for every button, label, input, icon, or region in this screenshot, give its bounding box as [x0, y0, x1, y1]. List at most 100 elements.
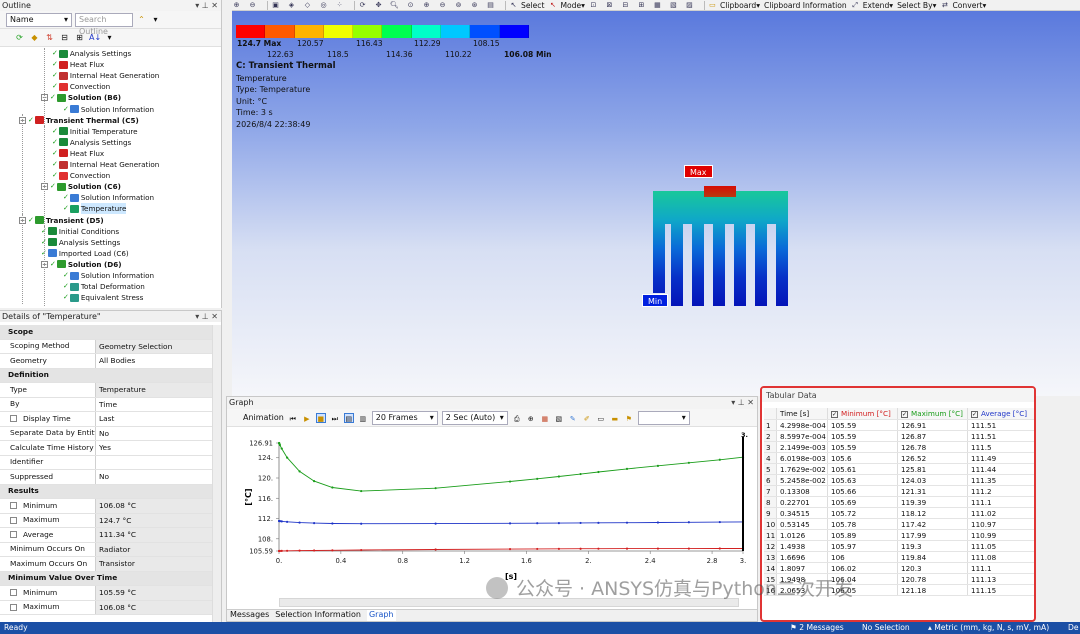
contour-legend[interactable]: 124.7 Max 120.57 116.43 112.29 108.15 12… [236, 25, 556, 60]
select-edge-icon[interactable]: ⊟ [621, 1, 633, 10]
details-value[interactable]: 111.34 °C [96, 528, 212, 542]
details-value[interactable]: Temperature [96, 383, 212, 397]
table-row[interactable]: 1 4.2998e-004 105.59 126.91 111.51 [764, 420, 1034, 431]
details-row[interactable]: Minimum 105.59 °C [0, 586, 212, 601]
parameter-checkbox[interactable] [10, 502, 17, 510]
zoom-in-icon[interactable]: ⊕ [422, 1, 434, 10]
details-row[interactable]: Separate Data by Entity No [0, 426, 212, 441]
details-row[interactable]: Display Time Last [0, 412, 212, 427]
expand-icon[interactable]: ⌃ [136, 14, 147, 25]
column-checkbox[interactable]: ✓ [831, 410, 838, 418]
probe-icon[interactable]: ✎ [568, 413, 578, 423]
chart-icon[interactable]: ▧ [554, 413, 564, 423]
details-section[interactable]: Definition [0, 368, 212, 383]
parameter-checkbox[interactable] [10, 589, 17, 597]
convert-button[interactable]: ⇄ Convert ▾ [940, 1, 986, 10]
flag-icon[interactable]: ⚑ [624, 413, 634, 423]
extend-button[interactable]: ⤢ Extend ▾ [851, 1, 893, 10]
face-select-icon[interactable]: ◈ [287, 1, 299, 10]
details-value[interactable]: Transistor [96, 557, 212, 571]
details-value[interactable]: Time [96, 398, 212, 412]
details-value[interactable]: Geometry Selection [96, 339, 212, 353]
details-row[interactable]: Maximum 106.08 °C [0, 600, 212, 615]
table-row[interactable]: 4 6.0198e-003 105.6 126.52 111.49 [764, 453, 1034, 464]
select-body-icon[interactable]: ⊞ [637, 1, 649, 10]
table-row[interactable]: 3 2.1499e-003 105.59 126.78 111.5 [764, 442, 1034, 453]
select-point-icon[interactable]: ⊡ [589, 1, 601, 10]
tab-selection-information[interactable]: Selection Information [275, 610, 361, 621]
stop-icon[interactable]: ■ [315, 412, 326, 423]
tree-item[interactable]: ✓ Solution Information [63, 270, 154, 281]
tree-item[interactable]: ✓ Internal Heat Generation [52, 159, 159, 170]
details-row[interactable]: Maximum Occurs On Transistor [0, 557, 212, 572]
details-value[interactable]: 124.7 °C [96, 513, 212, 527]
tree-item[interactable]: ✓ Internal Heat Generation [52, 70, 159, 81]
details-value[interactable]: No [96, 470, 212, 484]
max-probe-label[interactable]: Max [684, 165, 713, 178]
details-value[interactable]: 106.08 °C [96, 600, 212, 614]
clipboard-info-button[interactable]: Clipboard Information [764, 1, 847, 10]
duration-select[interactable]: 2 Sec (Auto) ▾ [441, 410, 508, 425]
tree-item[interactable]: ✓ Analysis Settings [41, 237, 120, 248]
edge-select-icon[interactable]: ◇ [303, 1, 315, 10]
table-row[interactable]: 2 8.5997e-004 105.59 126.87 111.51 [764, 431, 1034, 442]
outline-name-combo[interactable]: Name ▾ [6, 12, 72, 27]
details-section[interactable]: Scope [0, 325, 212, 340]
details-value[interactable]: No [96, 427, 212, 441]
table-row[interactable]: 7 0.13308 105.66 121.31 111.2 [764, 486, 1034, 497]
tree-item[interactable]: ✓ Analysis Settings [52, 48, 131, 59]
select-button[interactable]: ↖ Select [509, 1, 545, 10]
export-video-icon[interactable]: ⎙ [512, 413, 522, 423]
column-header[interactable]: ✓ Average [°C] [968, 408, 1032, 419]
sort-alpha-icon[interactable]: A↓ [89, 32, 101, 43]
result-sets-icon[interactable]: ▥ [358, 413, 368, 423]
messages-indicator[interactable]: ⚑ 2 Messages [790, 622, 844, 634]
rotate-icon[interactable]: ⟳ [358, 1, 370, 10]
tree-item[interactable]: ✓ Initial Temperature [52, 126, 138, 137]
pin-icon[interactable]: ▾ ⊥ ✕ [731, 397, 754, 409]
brush-icon[interactable]: ✐ [582, 413, 592, 423]
step-back-icon[interactable]: ⏮ [288, 413, 298, 423]
parameter-checkbox[interactable] [10, 415, 17, 423]
collapse-icon[interactable]: ⊟ [59, 32, 70, 43]
chevron-down-icon[interactable]: ▾ [150, 14, 161, 25]
details-value[interactable]: Yes [96, 441, 212, 455]
sort-icon[interactable]: ⇅ [44, 32, 55, 43]
table-row[interactable]: 14 1.8097 106.02 120.3 111.1 [764, 563, 1034, 574]
graphics-viewport[interactable]: 124.7 Max 120.57 116.43 112.29 108.15 12… [232, 11, 1080, 396]
tree-item[interactable]: ✓ Imported Load (C6) [41, 248, 129, 259]
layout-icon[interactable]: ▤ [486, 1, 498, 10]
tab-graph[interactable]: Graph [366, 610, 396, 621]
play-icon[interactable]: ▶ [302, 413, 312, 423]
zoom-out-icon[interactable]: ⊖ [248, 1, 260, 10]
zoom-area-icon[interactable]: ⊛ [470, 1, 482, 10]
tree-item[interactable]: − ✓ Transient Thermal (C5) [19, 115, 139, 126]
step-forward-icon[interactable]: ⏭ [330, 413, 340, 423]
distributed-icon[interactable]: ▤ [343, 412, 354, 423]
select-element-icon[interactable]: ▦ [653, 1, 665, 10]
table-row[interactable]: 12 1.4938 105.97 119.3 111.05 [764, 541, 1034, 552]
zoom-fit-icon[interactable]: ⊙ [406, 1, 418, 10]
table-row[interactable]: 5 1.7629e-002 105.61 125.81 111.44 [764, 464, 1034, 475]
details-row[interactable]: Suppressed No [0, 470, 212, 485]
magnifier-icon[interactable]: ⊚ [454, 1, 466, 10]
expand-all-icon[interactable]: ⊞ [74, 32, 85, 43]
tree-item[interactable]: ✓ Analysis Settings [52, 137, 131, 148]
tree-item[interactable]: ✓ Convection [52, 81, 110, 92]
tree-item[interactable]: − ✓ Transient (D5) [19, 215, 104, 226]
zoom-out-icon[interactable]: ⊖ [438, 1, 450, 10]
tree-item[interactable]: ✓ Initial Conditions [41, 226, 119, 237]
details-scrollbar[interactable] [212, 325, 221, 623]
details-value[interactable]: 106.08 °C [96, 499, 212, 513]
details-value[interactable] [96, 456, 212, 470]
table-row[interactable]: 6 5.2458e-002 105.63 124.03 111.35 [764, 475, 1034, 486]
parameter-checkbox[interactable] [10, 603, 17, 611]
node-select-icon[interactable]: ⁘ [335, 1, 347, 10]
zoom-box-icon[interactable]: 🔍︎ [390, 1, 402, 10]
body-select-icon[interactable]: ▣ [271, 1, 283, 10]
details-section[interactable]: Minimum Value Over Time [0, 571, 212, 586]
select-by-button[interactable]: Select By ▾ [897, 1, 936, 10]
tree-item[interactable]: ✓ Heat Flux [52, 59, 104, 70]
tree-item[interactable]: ✓ Heat Flux [52, 148, 104, 159]
frames-select[interactable]: 20 Frames ▾ [371, 410, 438, 425]
